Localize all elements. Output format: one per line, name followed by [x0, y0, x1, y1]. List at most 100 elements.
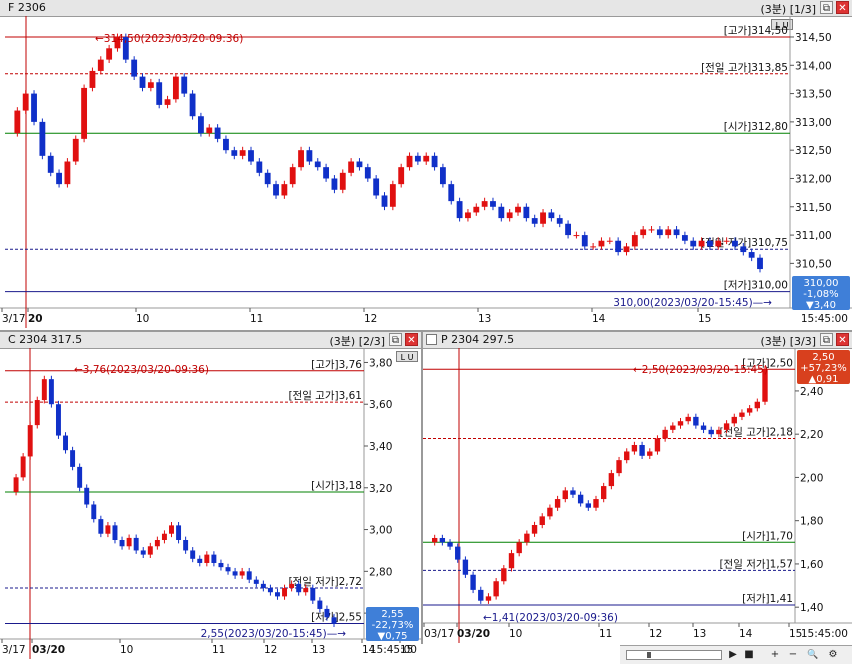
candle-body	[206, 127, 213, 134]
candle-body	[373, 178, 380, 196]
candle-body	[105, 525, 111, 534]
candle-body	[485, 596, 492, 601]
candle-body	[654, 438, 661, 452]
y-tick-label: 314,50	[795, 32, 832, 44]
candle-body	[615, 240, 622, 253]
play-icon[interactable]: ▶	[726, 648, 740, 662]
candle-body	[246, 571, 252, 580]
candle-body	[298, 150, 304, 168]
candle-body	[565, 223, 571, 236]
candle-body	[260, 583, 266, 589]
reference-level-label: [시가]3,18	[311, 480, 362, 492]
candle-body	[282, 588, 288, 597]
candle-body	[77, 466, 83, 488]
candle-body	[156, 82, 163, 105]
close-button[interactable]: ✕	[836, 1, 849, 14]
candle-body	[81, 87, 88, 139]
candle-body	[281, 184, 288, 196]
select-checkbox[interactable]	[426, 334, 437, 345]
y-tick-label: 310,50	[795, 258, 832, 270]
candle-body	[112, 525, 118, 540]
candle-body	[508, 553, 515, 569]
candle-body	[623, 246, 630, 253]
candle-body	[97, 59, 104, 71]
reference-level-label: [전일 고가]313,85	[701, 61, 788, 74]
x-tick-label: 13	[693, 628, 706, 640]
candle-body	[331, 178, 338, 190]
candle-body	[473, 206, 480, 213]
scroll-thumb[interactable]	[647, 652, 651, 658]
search-icon[interactable]: 🔍	[806, 648, 820, 662]
titlebar: F 2306 (3분) [1/3] ⧉ ✕	[0, 0, 852, 17]
candle-body	[481, 201, 488, 207]
candle-body	[700, 425, 707, 430]
y-tick-label: 312,00	[795, 173, 832, 185]
candle-body	[223, 138, 229, 151]
candle-body	[647, 451, 653, 456]
candle-body	[256, 161, 263, 173]
y-tick-label: 3,20	[369, 483, 392, 495]
candle-body	[740, 246, 747, 253]
y-tick-label: 1,80	[800, 516, 823, 528]
x-tick-label: 20	[28, 313, 43, 325]
low-price-note: ←1,41(2023/03/20-09:36)	[483, 612, 618, 624]
candle-body	[548, 212, 555, 219]
candle-body	[748, 252, 755, 258]
candle-body	[63, 435, 68, 451]
reference-level-label: [전일 고가]2,18	[719, 426, 793, 439]
candle-body	[585, 503, 592, 508]
candle-body	[232, 571, 238, 576]
candle-body	[573, 235, 580, 237]
candle-body	[381, 195, 388, 207]
panel-title: C 2304 317.5	[8, 333, 83, 346]
candle-body	[681, 235, 688, 241]
x-axis-end-time: 15:45:00	[801, 313, 848, 325]
candle-body	[98, 519, 104, 534]
restore-button[interactable]: ⧉	[820, 1, 833, 14]
candle-body	[197, 558, 203, 563]
candle-body	[656, 229, 663, 236]
candle-body	[731, 416, 737, 424]
candle-body	[665, 229, 672, 236]
candle-body	[673, 229, 680, 236]
close-button[interactable]: ✕	[836, 333, 849, 346]
settings-icon[interactable]: ⚙	[826, 648, 840, 662]
candle-body	[314, 161, 321, 168]
candle-body	[547, 507, 553, 517]
candle-body	[154, 540, 160, 547]
panel-title: F 2306	[8, 1, 46, 14]
candle-body	[133, 537, 139, 551]
y-tick-label: 3,00	[369, 525, 392, 537]
candle-body	[465, 212, 471, 219]
candle-body	[89, 70, 96, 88]
y-tick-label: 2,40	[800, 386, 823, 398]
candle-body	[677, 421, 684, 426]
candle-body	[181, 76, 188, 94]
scroll-track[interactable]	[626, 650, 722, 660]
candle-body	[231, 150, 238, 156]
chart-panel-f: F 2306 (3분) [1/3] ⧉ ✕ L U 314,50 314,00 31…	[0, 0, 852, 330]
panel-period-page: (3분) [2/3]	[329, 335, 386, 348]
x-tick-label: 12	[264, 644, 277, 656]
close-button[interactable]: ✕	[405, 333, 418, 346]
candle-body	[606, 240, 613, 242]
candle-body	[204, 554, 210, 563]
stop-icon[interactable]: ■	[742, 648, 756, 662]
badge-change: ▼3,40	[806, 300, 836, 311]
x-tick-label: 10	[120, 644, 133, 656]
candle-body	[303, 588, 309, 593]
restore-button[interactable]: ⧉	[389, 333, 402, 346]
candle-body	[389, 184, 396, 207]
candle-body	[273, 184, 279, 196]
candle-body	[631, 235, 638, 247]
candle-body	[31, 93, 37, 122]
restore-button[interactable]: ⧉	[820, 333, 833, 346]
zoom-in-icon[interactable]: +	[768, 648, 782, 662]
candle-body	[414, 155, 421, 162]
zoom-out-icon[interactable]: −	[786, 648, 800, 662]
candle-body	[147, 546, 153, 555]
x-tick-label: 13	[312, 644, 325, 656]
candle-body	[554, 499, 561, 508]
candle-body	[590, 246, 597, 248]
reference-level-label: [저가]1,41	[742, 593, 793, 605]
